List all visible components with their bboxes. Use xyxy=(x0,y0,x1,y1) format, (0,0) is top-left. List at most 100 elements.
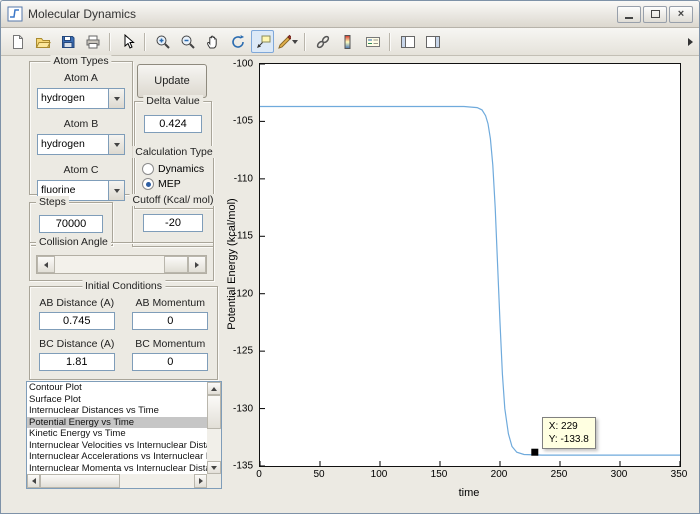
bc-distance-label: BC Distance (A) xyxy=(39,338,115,350)
plot-canvas[interactable]: X: 229 Y: -133.8 xyxy=(259,63,681,467)
list-item[interactable]: Kinetic Energy vs Time xyxy=(27,428,207,440)
atom-types-title: Atom Types xyxy=(50,55,112,67)
radio-mep[interactable]: MEP xyxy=(142,178,213,190)
x-axis-label: time xyxy=(458,487,480,499)
arrow-left-icon xyxy=(31,478,36,484)
toolbar-separator xyxy=(109,32,111,51)
list-item[interactable]: Internuclear Accelerations vs Internucle… xyxy=(27,451,207,463)
pan-button[interactable] xyxy=(201,30,224,53)
link-plot-button[interactable] xyxy=(311,30,334,53)
data-tip-marker xyxy=(531,448,539,456)
rotate3d-button[interactable] xyxy=(226,30,249,53)
insert-legend-button[interactable] xyxy=(361,30,384,53)
scrollbar-corner xyxy=(207,474,221,488)
initial-conditions-grid: AB Distance (A) AB Momentum BC Distance … xyxy=(30,287,217,377)
radio-mep-icon xyxy=(142,178,154,190)
atom-a-dropdown-button[interactable] xyxy=(108,89,124,108)
scroll-left-button[interactable] xyxy=(27,474,40,488)
link-plot-icon xyxy=(316,35,329,48)
insert-colorbar-button[interactable] xyxy=(336,30,359,53)
atom-b-dropdown[interactable]: hydrogen xyxy=(37,134,125,155)
hide-plot-tools-button[interactable] xyxy=(396,30,419,53)
ab-distance-input[interactable] xyxy=(38,312,115,330)
collision-angle-slider[interactable] xyxy=(36,255,207,274)
y-axis-ticks: -135 -130 -125 -120 -115 -110 -105 -100 xyxy=(217,59,255,472)
plot-type-listbox[interactable]: Contour Plot Surface Plot Internuclear Dis… xyxy=(26,381,222,489)
x-tick-label: 0 xyxy=(256,469,262,480)
arrow-right-icon xyxy=(198,478,203,484)
x-tick-label: 200 xyxy=(490,469,508,480)
arrow-right-icon xyxy=(195,261,199,268)
cursor-arrow-icon xyxy=(124,33,135,49)
data-tip[interactable]: X: 229 Y: -133.8 xyxy=(541,417,596,450)
show-plot-tools-button[interactable] xyxy=(421,30,444,53)
bc-momentum-input[interactable] xyxy=(132,353,209,371)
atom-b-value: hydrogen xyxy=(41,138,85,150)
new-file-button[interactable] xyxy=(6,30,29,53)
atom-a-value: hydrogen xyxy=(41,92,85,104)
list-item[interactable]: Contour Plot xyxy=(27,382,207,394)
save-button[interactable] xyxy=(56,30,79,53)
list-item[interactable]: Internuclear Velocities vs Internuclear … xyxy=(27,440,207,452)
figure-toolbar xyxy=(1,28,699,56)
slider-thumb[interactable] xyxy=(164,256,188,273)
update-button[interactable]: Update xyxy=(137,64,207,98)
hide-plot-tools-icon xyxy=(400,35,415,48)
insert-colorbar-icon xyxy=(344,34,350,49)
collision-angle-panel: Collision Angle xyxy=(29,236,214,281)
chevron-down-icon xyxy=(113,142,120,147)
atom-b-dropdown-button[interactable] xyxy=(108,135,124,154)
brush-icon xyxy=(278,34,291,49)
calculation-type-title: Calculation Type xyxy=(132,146,216,158)
toolbar-overflow-icon[interactable] xyxy=(688,37,693,46)
radio-mep-label: MEP xyxy=(158,178,181,190)
print-button[interactable] xyxy=(81,30,104,53)
collision-angle-title: Collision Angle xyxy=(36,236,111,248)
bc-momentum-label: BC Momentum xyxy=(135,338,206,350)
delta-value-input[interactable] xyxy=(144,115,202,133)
horizontal-scroll-thumb[interactable] xyxy=(40,474,120,488)
cutoff-title: Cutoff (Kcal/ mol) xyxy=(129,194,217,206)
atom-c-dropdown-button[interactable] xyxy=(108,181,124,200)
print-icon xyxy=(86,35,99,48)
cutoff-input[interactable] xyxy=(143,214,203,232)
minimize-button[interactable] xyxy=(617,5,641,23)
close-button[interactable]: × xyxy=(669,5,693,23)
bc-distance-input[interactable] xyxy=(38,353,115,371)
slider-track[interactable] xyxy=(55,256,188,273)
list-item[interactable]: Internuclear Momenta vs Internuclear Dis… xyxy=(27,463,207,475)
x-tick-label: 300 xyxy=(610,469,628,480)
open-file-button[interactable] xyxy=(31,30,54,53)
horizontal-scrollbar[interactable] xyxy=(27,474,207,488)
x-tick-label: 350 xyxy=(670,469,688,480)
radio-dynamics[interactable]: Dynamics xyxy=(142,163,213,175)
show-plot-tools-icon xyxy=(425,35,440,48)
brush-button[interactable] xyxy=(276,30,299,53)
scroll-right-button[interactable] xyxy=(194,474,207,488)
list-item[interactable]: Surface Plot xyxy=(27,394,207,406)
y-tick-label: -105 xyxy=(232,115,253,127)
atom-a-dropdown[interactable]: hydrogen xyxy=(37,88,125,109)
data-cursor-icon xyxy=(256,35,270,48)
zoom-in-button[interactable] xyxy=(151,30,174,53)
ab-momentum-input[interactable] xyxy=(132,312,209,330)
window-title: Molecular Dynamics xyxy=(28,7,137,21)
zoom-out-button[interactable] xyxy=(176,30,199,53)
chevron-down-icon xyxy=(113,96,120,101)
x-axis-ticks: 0 50 100 150 200 250 300 350 xyxy=(256,469,687,481)
titlebar[interactable]: Molecular Dynamics × xyxy=(1,1,699,28)
zoom-in-icon xyxy=(156,35,170,49)
rotate-3d-icon xyxy=(231,34,244,48)
list-item[interactable]: Potential Energy vs Time xyxy=(27,416,207,428)
app-window: Molecular Dynamics × Atom Types Atom A h… xyxy=(0,0,700,514)
slider-left-arrow[interactable] xyxy=(37,256,55,273)
list-item[interactable]: Internuclear Distances vs Time xyxy=(27,405,207,417)
data-cursor-button[interactable] xyxy=(251,30,274,53)
steps-input[interactable] xyxy=(39,215,103,233)
maximize-button[interactable] xyxy=(643,5,667,23)
initial-conditions-title: Initial Conditions xyxy=(81,280,166,292)
x-tick-label: 250 xyxy=(550,469,568,480)
open-folder-icon xyxy=(35,37,51,48)
slider-right-arrow[interactable] xyxy=(188,256,206,273)
edit-cursor-button[interactable] xyxy=(116,30,139,53)
